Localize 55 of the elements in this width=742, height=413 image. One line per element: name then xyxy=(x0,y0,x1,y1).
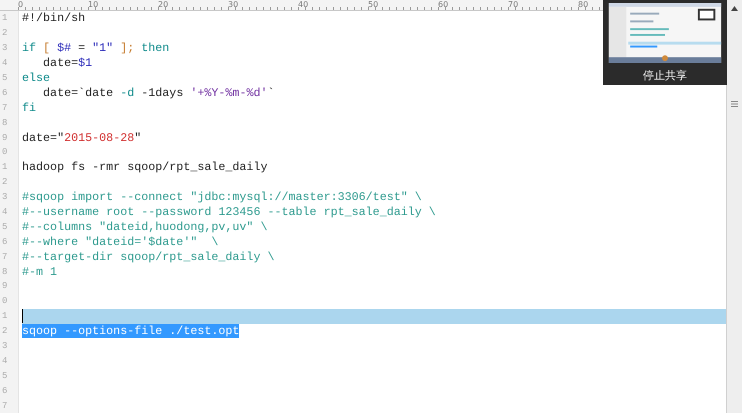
code-line: #--where "dateid='$date'" \ xyxy=(22,234,218,249)
code-line: #--columns "dateid,huodong,pv,uv" \ xyxy=(22,220,268,234)
line-number: 3 xyxy=(1,192,8,202)
code-line: #--target-dir sqoop/rpt_sale_daily \ xyxy=(22,250,274,264)
stop-sharing-button[interactable]: 停止共享 xyxy=(637,66,693,85)
ruler-label: 40 xyxy=(298,0,310,10)
line-number: 4 xyxy=(1,207,8,218)
ruler-label: 0 xyxy=(18,0,24,10)
ruler-label: 10 xyxy=(88,0,100,10)
line-number: 4 xyxy=(1,356,8,366)
line-number: 9 xyxy=(1,132,8,143)
ruler-label: 70 xyxy=(508,0,520,10)
ruler-label: 60 xyxy=(438,0,450,10)
line-number: 5 xyxy=(1,73,8,83)
scroll-up-icon[interactable] xyxy=(731,6,738,11)
line-number: 2 xyxy=(1,28,8,38)
line-number: 1 xyxy=(1,311,8,322)
text-caret xyxy=(22,309,23,324)
line-number: 1 xyxy=(1,162,8,172)
line-number: 5 xyxy=(1,222,8,232)
code-line: #--username root --password 123456 --table rpt_sale_daily \ xyxy=(22,205,436,220)
line-number: 2 xyxy=(1,177,8,188)
ruler-label: 80 xyxy=(578,0,590,10)
code-line: else xyxy=(22,71,50,85)
line-number: 3 xyxy=(1,43,8,54)
line-number: 4 xyxy=(1,58,8,68)
line-number: 1 xyxy=(1,13,8,24)
line-number: 9 xyxy=(1,281,8,292)
line-number: 8 xyxy=(1,266,8,277)
line-number: 8 xyxy=(1,118,8,128)
code-line: date="2015-08-28" xyxy=(22,130,142,145)
line-number: 6 xyxy=(1,236,8,247)
line-number: 5 xyxy=(1,370,8,381)
code-line: #-m 1 xyxy=(22,264,58,279)
line-number: 7 xyxy=(1,102,8,113)
line-number: 2 xyxy=(1,326,8,336)
line-number: 6 xyxy=(1,88,8,98)
code-line: if [ $# = "1" ]; then xyxy=(22,41,170,56)
code-line: date=$1 xyxy=(42,56,92,70)
grip-icon[interactable] xyxy=(731,101,738,107)
ruler-label: 50 xyxy=(368,0,380,10)
scrollbar[interactable] xyxy=(726,0,742,413)
code-line: hadoop fs -rmr sqoop/rpt_sale_daily xyxy=(22,160,268,174)
ruler-label: 30 xyxy=(228,0,240,10)
code-line: #!/bin/sh xyxy=(22,11,86,26)
line-number: 6 xyxy=(1,386,8,396)
code-line: fi xyxy=(22,100,36,115)
line-number: 0 xyxy=(1,147,8,158)
code-line: #sqoop import --connect "jdbc:mysql://master:3306/test" \ xyxy=(22,190,422,204)
code-line: date=`date -d -1days '+%Y-%m-%d'` xyxy=(42,86,275,100)
line-number: 0 xyxy=(1,296,8,306)
line-number: 7 xyxy=(1,252,8,262)
ruler-label: 20 xyxy=(158,0,170,10)
line-number: 7 xyxy=(1,400,8,411)
line-number: 3 xyxy=(1,341,8,352)
